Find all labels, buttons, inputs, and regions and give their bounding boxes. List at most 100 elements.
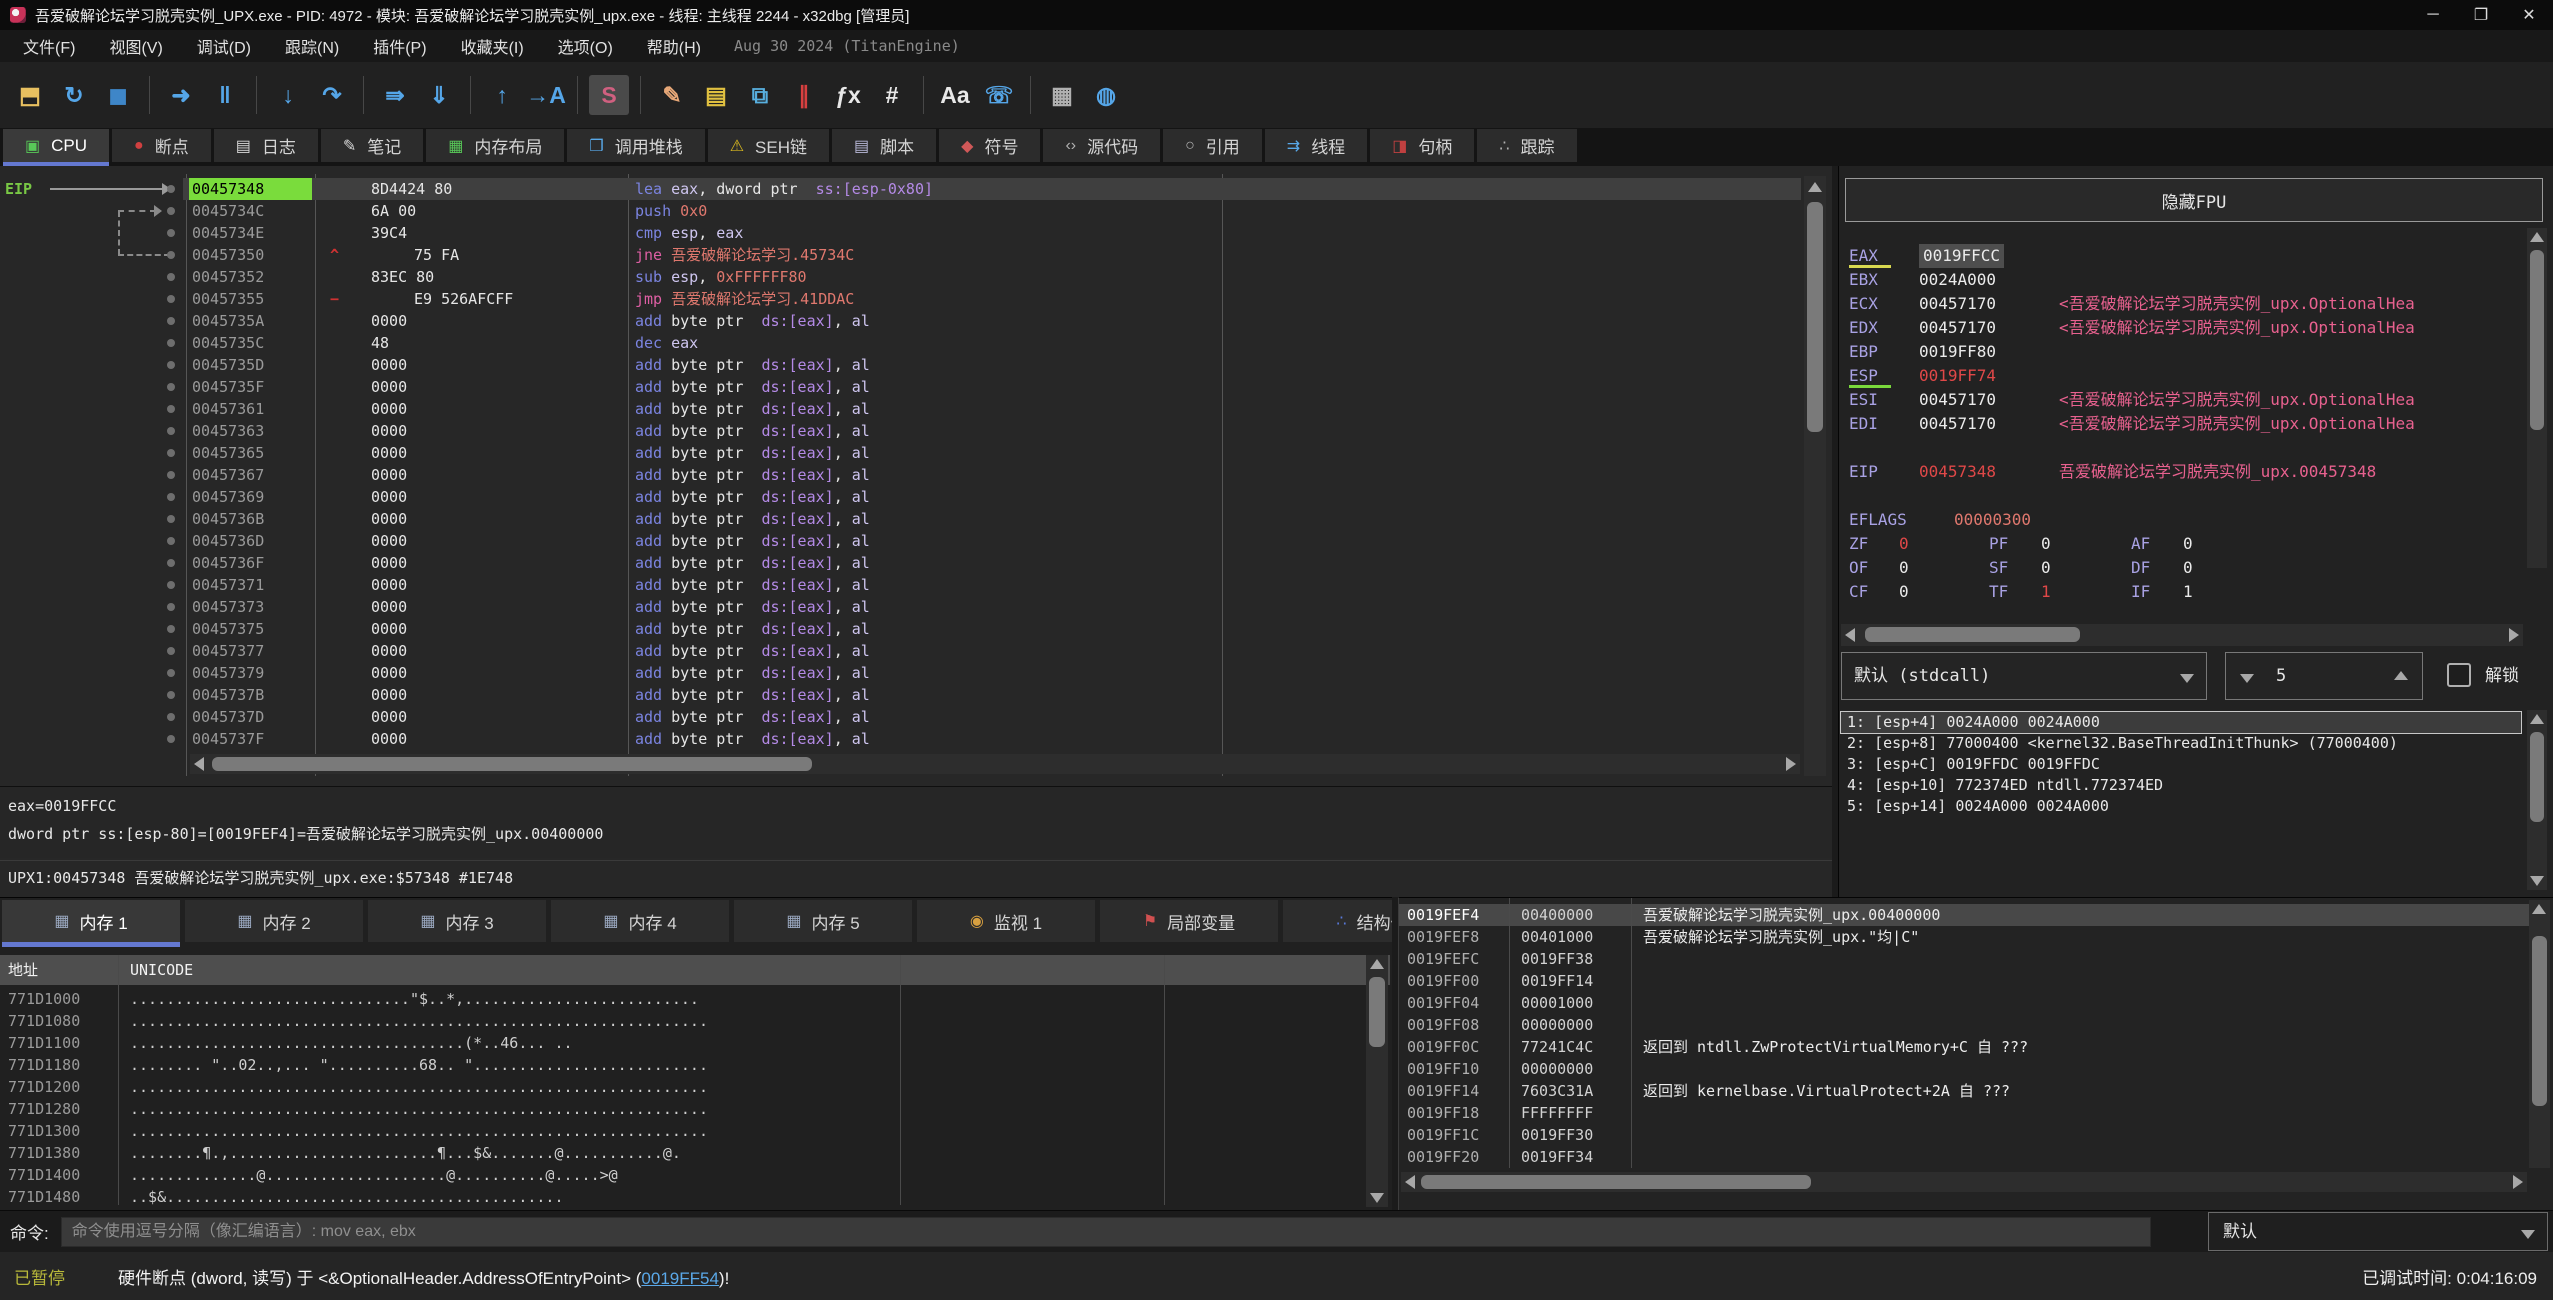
breakpoint-dot[interactable] <box>167 647 175 655</box>
disasm-row[interactable]: 004573790000add byte ptr ds:[eax], al <box>183 662 1801 684</box>
disasm-row[interactable]: 004573750000add byte ptr ds:[eax], al <box>183 618 1801 640</box>
pause-button[interactable]: ‖ <box>205 75 245 115</box>
disasm-row[interactable]: 00457355−E9 526AFCFFjmp 吾爱破解论坛学习.41DDAC <box>183 288 1801 310</box>
scroll-left-icon[interactable] <box>1845 628 1855 642</box>
restore-button[interactable]: ❐ <box>2457 0 2505 30</box>
menu-item-帮助(H)[interactable]: 帮助(H) <box>630 30 718 62</box>
breakpoint-dot[interactable] <box>167 449 175 457</box>
flag-value-TF[interactable]: 1 <box>2041 580 2051 604</box>
disasm-row[interactable]: 0045736F0000add byte ptr ds:[eax], al <box>183 552 1801 574</box>
scrollbar-thumb[interactable] <box>1865 627 2080 642</box>
flag-value-DF[interactable]: 0 <box>2183 556 2193 580</box>
flag-name-TF[interactable]: TF <box>1989 580 2008 604</box>
tab-日志[interactable]: ▤日志 <box>214 129 318 162</box>
stack-row[interactable]: 0019FF1C0019FF30 <box>1399 1124 2529 1146</box>
flag-value-SF[interactable]: 0 <box>2041 556 2051 580</box>
breakpoint-dot[interactable] <box>167 251 175 259</box>
tab-断点[interactable]: ●断点 <box>112 129 211 162</box>
stack-row[interactable]: 0019FF0800000000 <box>1399 1014 2529 1036</box>
spin-down-icon[interactable] <box>2240 674 2254 683</box>
breakpoint-dot[interactable] <box>167 493 175 501</box>
breakpoint-dot[interactable] <box>167 361 175 369</box>
stack-row[interactable]: 0019FF0C77241C4C返回到 ntdll.ZwProtectVirtu… <box>1399 1036 2529 1058</box>
compare-button[interactable]: ⧉ <box>740 75 780 115</box>
disassembly-vscrollbar[interactable] <box>1804 176 1826 776</box>
breakpoint-dot[interactable] <box>167 515 175 523</box>
disasm-row[interactable]: 004573488D4424 80lea eax, dword ptr ss:[… <box>183 178 1801 200</box>
dump-tab-内存 5[interactable]: ▦内存 5 <box>734 900 912 942</box>
breakpoint-dot[interactable] <box>167 559 175 567</box>
dump-vscrollbar[interactable] <box>1366 955 1388 1207</box>
register-row-esi[interactable]: ESI00457170<吾爱破解论坛学习脱壳实例_upx.OptionalHea <box>1839 388 2529 412</box>
disasm-row[interactable]: 004573610000add byte ptr ds:[eax], al <box>183 398 1801 420</box>
stack-row[interactable]: 0019FEF400400000吾爱破解论坛学习脱壳实例_upx.0040000… <box>1399 904 2529 926</box>
dump-tab-内存 1[interactable]: ▦内存 1 <box>2 900 180 942</box>
dump-tab-局部变量[interactable]: ⚑局部变量 <box>1100 900 1278 942</box>
scrollbar-thumb[interactable] <box>1369 977 1385 1047</box>
scroll-left-icon[interactable] <box>1405 1175 1415 1189</box>
dump-col-address[interactable]: 地址 <box>8 955 38 985</box>
calculator-fx-button[interactable]: ƒx <box>828 75 868 115</box>
disasm-row[interactable]: 0045735F0000add byte ptr ds:[eax], al <box>183 376 1801 398</box>
breakpoint-dot[interactable] <box>167 471 175 479</box>
disasm-row[interactable]: 004573630000add byte ptr ds:[eax], al <box>183 420 1801 442</box>
flag-value-AF[interactable]: 0 <box>2183 532 2193 556</box>
menu-item-调试(D)[interactable]: 调试(D) <box>180 30 268 62</box>
flag-name-OF[interactable]: OF <box>1849 556 1868 580</box>
breakpoint-dot[interactable] <box>167 229 175 237</box>
scroll-up-icon[interactable] <box>1370 959 1384 969</box>
patch-file-button[interactable]: ▤ <box>696 75 736 115</box>
disasm-row[interactable]: 0045737D0000add byte ptr ds:[eax], al <box>183 706 1801 728</box>
dump-tab-内存 3[interactable]: ▦内存 3 <box>368 900 546 942</box>
run-to-user-code-button[interactable]: →A <box>526 75 566 115</box>
scrollbar-thumb[interactable] <box>2532 936 2547 1106</box>
scroll-up-icon[interactable] <box>2532 904 2546 914</box>
breakpoint-dot[interactable] <box>167 317 175 325</box>
breakpoint-dot[interactable] <box>167 295 175 303</box>
scroll-down-icon[interactable] <box>2530 876 2544 886</box>
spin-up-icon[interactable] <box>2394 671 2408 680</box>
breakpoint-dot[interactable] <box>167 603 175 611</box>
disasm-row[interactable]: 0045735A0000add byte ptr ds:[eax], al <box>183 310 1801 332</box>
tab-跟踪[interactable]: ∴跟踪 <box>1477 129 1576 162</box>
tab-调用堆栈[interactable]: ❒调用堆栈 <box>567 129 704 162</box>
execute-till-return-button[interactable]: ↑ <box>482 75 522 115</box>
step-over-button[interactable]: ↷ <box>312 75 352 115</box>
menu-item-文件(F)[interactable]: 文件(F) <box>6 30 92 62</box>
register-row-ebx[interactable]: EBX0024A000 <box>1839 268 2529 292</box>
tab-CPU[interactable]: ▣CPU <box>3 129 109 162</box>
tab-符号[interactable]: ◆符号 <box>939 129 1040 162</box>
flag-name-CF[interactable]: CF <box>1849 580 1868 604</box>
scrollbar-thumb[interactable] <box>2530 732 2544 822</box>
disasm-row[interactable]: 0045734E39C4cmp esp, eax <box>183 222 1801 244</box>
breakpoint-dot[interactable] <box>167 383 175 391</box>
memory-map-tool-button[interactable]: ▦ <box>1042 75 1082 115</box>
tab-内存布局[interactable]: ▦内存布局 <box>426 129 564 162</box>
flag-value-CF[interactable]: 0 <box>1899 580 1909 604</box>
tab-SEH链[interactable]: ⚠SEH链 <box>708 129 829 162</box>
register-row-ebp[interactable]: EBP0019FF80 <box>1839 340 2529 364</box>
breakpoint-dot[interactable] <box>167 669 175 677</box>
tab-笔记[interactable]: ✎笔记 <box>321 129 423 162</box>
scylla-dump-button[interactable]: S <box>589 75 629 115</box>
patches-button[interactable]: ∥ <box>784 75 824 115</box>
calling-convention-select[interactable]: 默认 (stdcall) <box>1841 652 2207 700</box>
disasm-row[interactable]: 0045734C6A 00push 0x0 <box>183 200 1801 222</box>
stack-row[interactable]: 0019FF000019FF14 <box>1399 970 2529 992</box>
scroll-right-icon[interactable] <box>2513 1175 2523 1189</box>
flag-name-AF[interactable]: AF <box>2131 532 2150 556</box>
flag-name-IF[interactable]: IF <box>2131 580 2150 604</box>
dump-tab-结构体[interactable]: ∴结构体 <box>1283 900 1392 942</box>
disasm-row[interactable]: 0045736D0000add byte ptr ds:[eax], al <box>183 530 1801 552</box>
scroll-up-icon[interactable] <box>1808 182 1822 192</box>
flag-value-PF[interactable]: 0 <box>2041 532 2051 556</box>
scroll-right-icon[interactable] <box>1786 757 1796 771</box>
tab-句柄[interactable]: ◨句柄 <box>1370 129 1474 162</box>
breakpoint-dot[interactable] <box>167 207 175 215</box>
menu-item-视图(V)[interactable]: 视图(V) <box>92 30 179 62</box>
menu-item-收藏夹(I)[interactable]: 收藏夹(I) <box>444 30 541 62</box>
breakpoint-dot[interactable] <box>167 427 175 435</box>
disasm-row[interactable]: 004573730000add byte ptr ds:[eax], al <box>183 596 1801 618</box>
run-button[interactable]: ➜ <box>161 75 201 115</box>
breakpoint-dot[interactable] <box>167 691 175 699</box>
